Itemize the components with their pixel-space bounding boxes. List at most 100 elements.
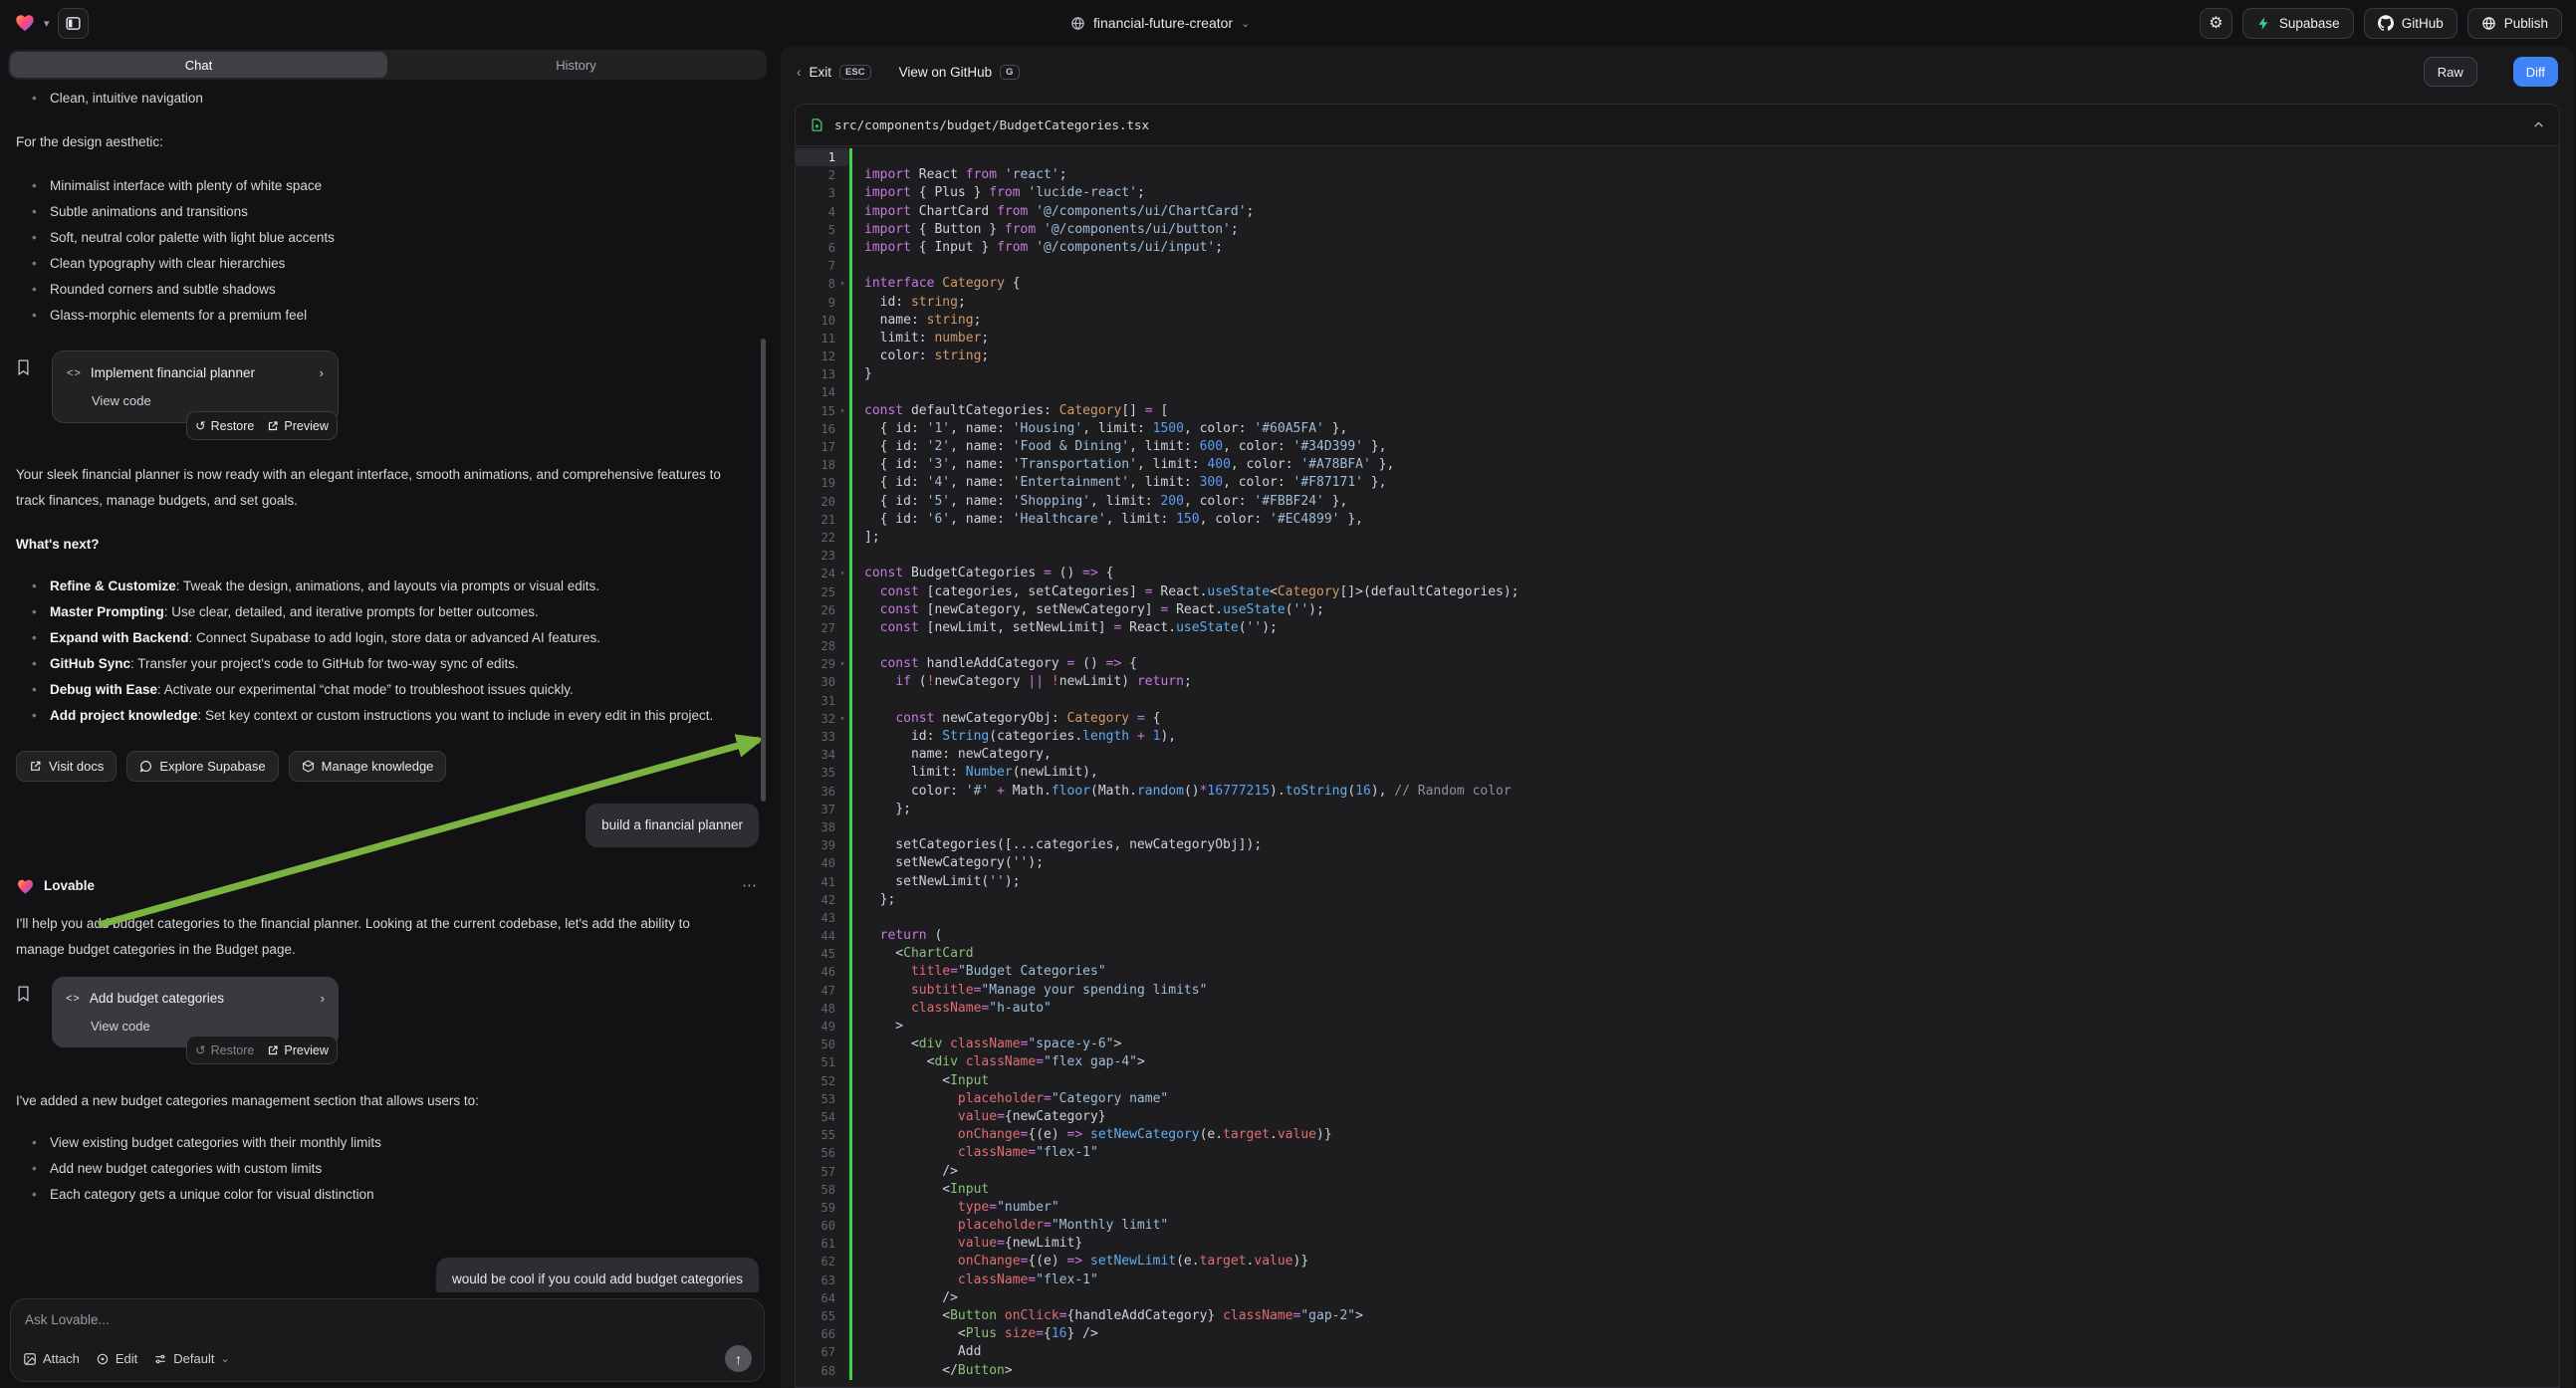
line-number: 36 [796, 783, 835, 801]
g-shortcut-badge: G [1000, 65, 1019, 80]
code-line: 52 <Input [796, 1072, 2559, 1090]
raw-toggle-button[interactable]: Raw [2424, 57, 2477, 87]
code-line: 42 }; [796, 891, 2559, 909]
view-on-github-link[interactable]: View on GitHub G [899, 65, 1020, 80]
line-number: 47 [796, 982, 835, 1000]
code-view-panel: ‹ Exit ESC View on GitHub G Raw Diff src… [781, 46, 2574, 1388]
line-number: 42 [796, 891, 835, 909]
line-number: 29 [796, 655, 835, 673]
chat-bubble-icon [139, 760, 152, 773]
fold-chevron-icon[interactable]: ▾ [835, 710, 849, 728]
file-header[interactable]: src/components/budget/BudgetCategories.t… [796, 105, 2559, 146]
design-bullet-list: Minimalist interface with plenty of whit… [16, 173, 759, 329]
code-line: 66 <Plus size={16} /> [796, 1325, 2559, 1343]
bookmark-icon[interactable] [16, 985, 31, 1012]
code-line: 7 [796, 257, 2559, 275]
code-line: 1 [796, 148, 2559, 166]
restore-preview-pill-1: ↺ Restore Preview [186, 411, 338, 440]
list-item: Each category gets a unique color for vi… [16, 1182, 759, 1208]
line-number: 8 [796, 275, 835, 293]
code-line: 34 name: newCategory, [796, 746, 2559, 764]
line-number: 33 [796, 728, 835, 746]
code-line: 3import { Plus } from 'lucide-react'; [796, 184, 2559, 202]
project-switcher[interactable]: financial-future-creator ⌄ [1070, 0, 1250, 46]
line-number: 60 [796, 1217, 835, 1235]
github-button[interactable]: GitHub [2364, 8, 2458, 39]
toggle-sidebar-button[interactable] [58, 8, 89, 39]
collapse-chevron-up-icon[interactable] [2532, 118, 2545, 131]
code-brackets-icon: <> [67, 360, 82, 386]
restore-icon: ↺ [195, 413, 205, 439]
edit-button[interactable]: Edit [96, 1351, 137, 1366]
manage-knowledge-button[interactable]: Manage knowledge [289, 751, 447, 782]
line-number: 10 [796, 312, 835, 330]
send-button[interactable]: ↑ [725, 1345, 752, 1372]
line-number: 7 [796, 257, 835, 275]
line-number: 55 [796, 1126, 835, 1144]
line-number: 31 [796, 692, 835, 710]
line-number: 56 [796, 1144, 835, 1162]
restore-preview-pill-2: ↺ Restore Preview [186, 1036, 338, 1064]
list-item: Glass-morphic elements for a premium fee… [16, 303, 759, 329]
code-view-header: ‹ Exit ESC View on GitHub G Raw Diff [781, 46, 2574, 98]
attach-button[interactable]: Attach [23, 1351, 80, 1366]
message-more-menu[interactable]: ⋯ [742, 873, 759, 899]
restore-button[interactable]: ↺ Restore [195, 1038, 254, 1063]
logo-chevron-down-icon[interactable]: ▾ [44, 17, 50, 30]
line-number: 39 [796, 836, 835, 854]
tab-chat[interactable]: Chat [10, 52, 387, 78]
version-card-title: Add budget categories [90, 986, 312, 1012]
code-line: 38 [796, 818, 2559, 836]
preview-button[interactable]: Preview [267, 413, 328, 439]
file-added-icon [810, 117, 824, 132]
line-number: 16 [796, 420, 835, 438]
publish-button[interactable]: Publish [2467, 8, 2562, 39]
next-step-item: Master Prompting: Use clear, detailed, a… [16, 599, 759, 625]
chat-actions-row: Visit docs Explore Supabase Manage knowl… [16, 751, 759, 782]
code-line: 46 title="Budget Categories" [796, 963, 2559, 981]
version-card-title: Implement financial planner [91, 360, 311, 386]
fold-chevron-icon[interactable]: ▾ [835, 275, 849, 293]
tab-history[interactable]: History [387, 52, 765, 78]
added-bullet-list: View existing budget categories with the… [16, 1130, 759, 1208]
list-item: Subtle animations and transitions [16, 199, 759, 225]
added-heading: I've added a new budget categories manag… [16, 1088, 725, 1114]
package-box-icon [302, 760, 315, 773]
supabase-button[interactable]: Supabase [2242, 8, 2354, 39]
code-line: 6import { Input } from '@/components/ui/… [796, 239, 2559, 257]
fold-chevron-icon[interactable]: ▾ [835, 402, 849, 420]
chat-input[interactable] [25, 1312, 604, 1327]
diff-toggle-button[interactable]: Diff [2513, 57, 2558, 87]
fold-chevron-icon[interactable]: ▾ [835, 565, 849, 582]
chat-scroll-area[interactable]: Clean, intuitive navigation For the desi… [0, 84, 775, 1292]
restore-button[interactable]: ↺ Restore [195, 413, 254, 439]
bookmark-icon[interactable] [16, 358, 31, 385]
chevron-right-icon: › [321, 986, 325, 1012]
code-line: 61 value={newLimit} [796, 1235, 2559, 1253]
line-number: 18 [796, 456, 835, 474]
explore-supabase-button[interactable]: Explore Supabase [126, 751, 278, 782]
exit-button[interactable]: ‹ Exit ESC [797, 65, 871, 80]
version-card-2-wrap: <> Add budget categories › View code ↺ R… [52, 977, 339, 1064]
fold-chevron-icon[interactable]: ▾ [835, 655, 849, 673]
line-number: 14 [796, 383, 835, 401]
line-number: 49 [796, 1018, 835, 1036]
code-line: 45 <ChartCard [796, 945, 2559, 963]
line-number: 1 [796, 148, 835, 166]
settings-button[interactable]: ⚙ [2200, 8, 2232, 39]
code-editor[interactable]: 12import React from 'react';3import { Pl… [796, 146, 2559, 1387]
code-line: 54 value={newCategory} [796, 1108, 2559, 1126]
mode-select[interactable]: Default ⌄ [153, 1351, 229, 1366]
code-line: 15▾const defaultCategories: Category[] =… [796, 402, 2559, 420]
list-item: Clean, intuitive navigation [16, 86, 759, 112]
line-number: 13 [796, 365, 835, 383]
line-number: 41 [796, 873, 835, 891]
visit-docs-button[interactable]: Visit docs [16, 751, 117, 782]
restore-icon: ↺ [195, 1038, 205, 1063]
chat-scrollbar-thumb[interactable] [761, 339, 766, 802]
line-number: 40 [796, 854, 835, 872]
code-line: 63 className="flex-1" [796, 1272, 2559, 1289]
preview-button[interactable]: Preview [267, 1038, 328, 1063]
code-line: 17 { id: '2', name: 'Food & Dining', lim… [796, 438, 2559, 456]
lovable-logo-heart-icon[interactable] [14, 12, 36, 34]
